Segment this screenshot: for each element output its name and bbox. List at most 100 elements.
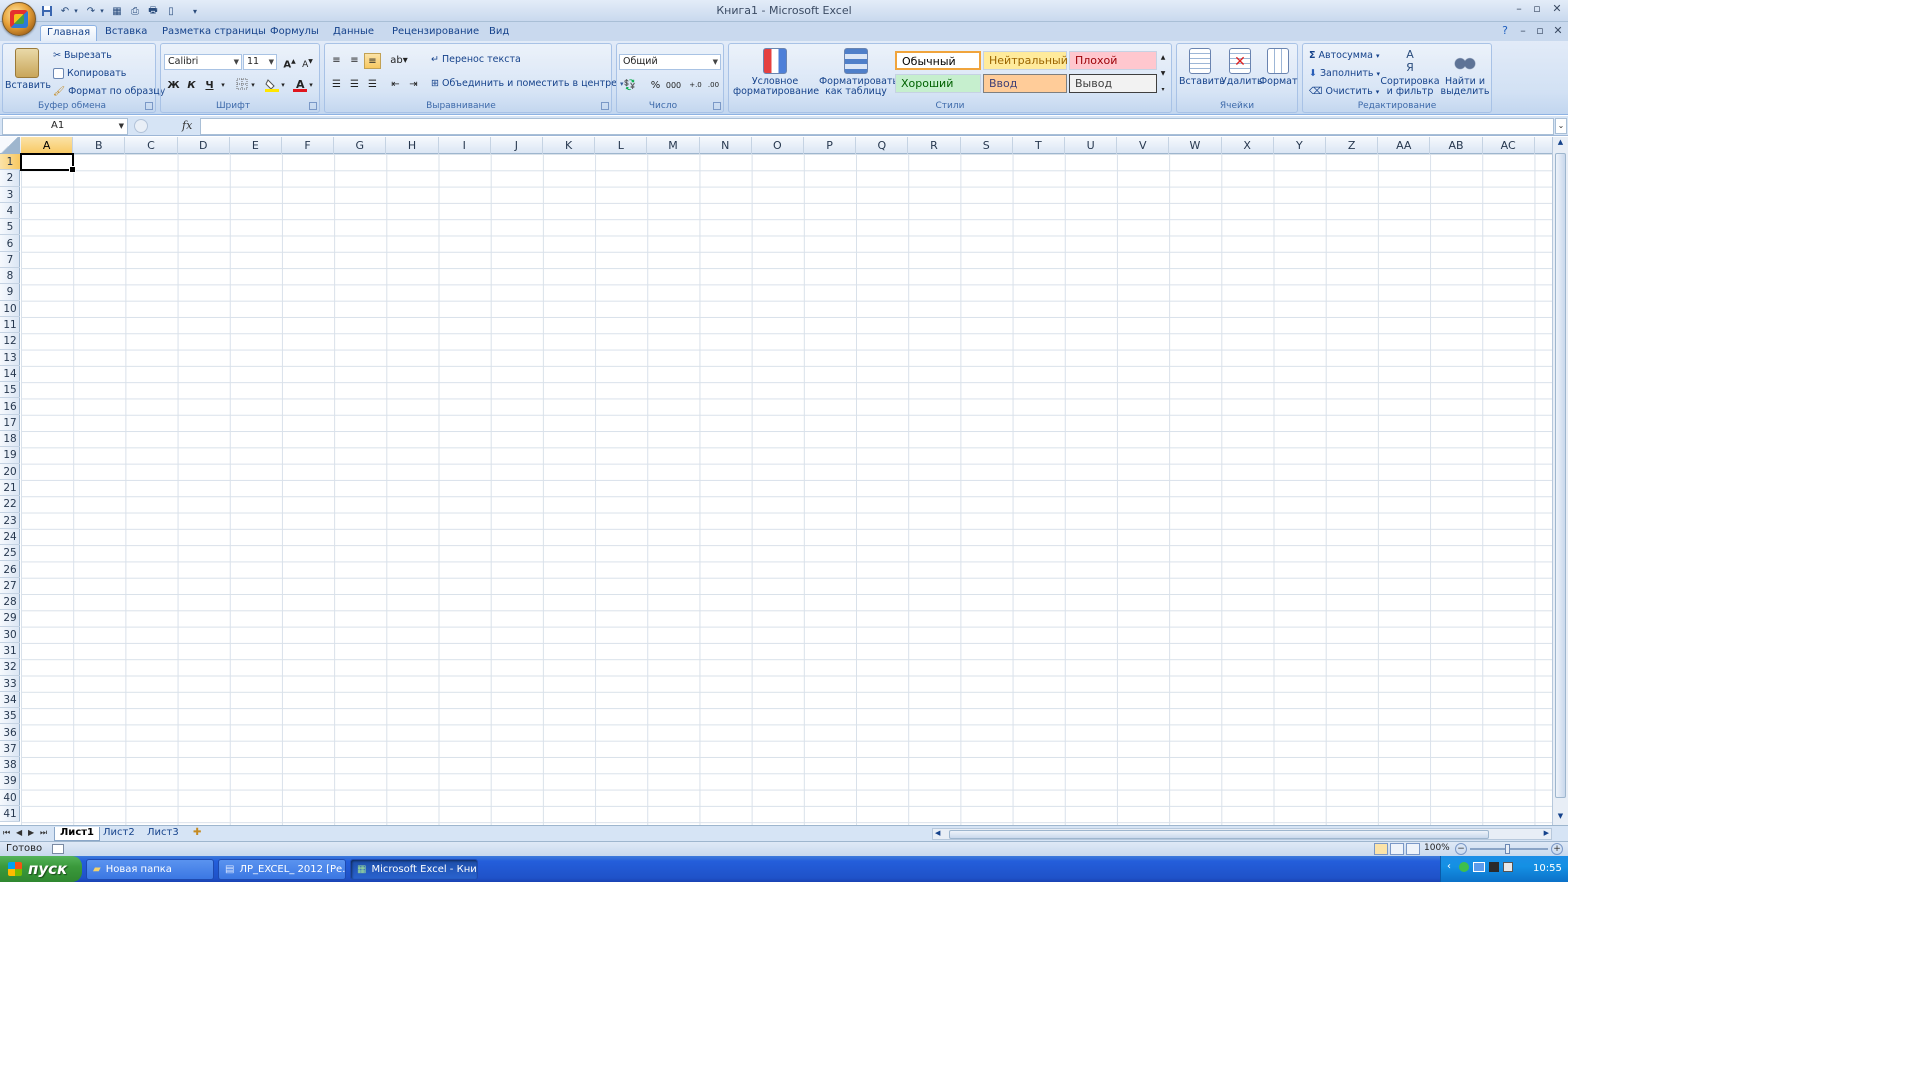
tab-home[interactable]: Главная (40, 25, 98, 41)
format-cells-button[interactable]: Формат (1259, 48, 1298, 87)
column-header[interactable]: M (647, 137, 700, 154)
paste-button[interactable]: Вставить (5, 48, 51, 91)
column-header[interactable]: D (178, 137, 230, 154)
expand-formula-bar-icon[interactable]: ⌄ (1555, 118, 1567, 134)
insert-function-icon[interactable]: fx (182, 119, 192, 132)
sheet-tab-2[interactable]: Лист2 (98, 827, 140, 841)
column-header[interactable]: AB (1430, 137, 1483, 154)
scroll-up-icon[interactable]: ▲ (1555, 138, 1566, 150)
column-header[interactable]: K (543, 137, 596, 154)
name-box[interactable]: A1 ▼ (2, 118, 128, 135)
row-header[interactable]: 37 (0, 741, 20, 758)
row-header[interactable]: 11 (0, 317, 20, 334)
row-header[interactable]: 24 (0, 529, 20, 546)
row-header[interactable]: 17 (0, 415, 20, 432)
row-header[interactable]: 12 (0, 333, 20, 350)
styles-more-icon[interactable]: ▾ (1157, 82, 1169, 98)
insert-sheet-icon[interactable]: ✚ (188, 827, 206, 841)
page-layout-view-icon[interactable] (1390, 843, 1404, 855)
underline-dropdown-icon[interactable]: ▾ (219, 78, 227, 94)
shrink-font-icon[interactable]: A▼ (299, 54, 316, 70)
office-button[interactable] (2, 2, 36, 36)
column-header[interactable]: T (1013, 137, 1065, 154)
tray-app-icon[interactable] (1489, 862, 1499, 872)
next-sheet-icon[interactable]: ▶ (28, 828, 34, 837)
column-header[interactable]: G (334, 137, 387, 154)
zoom-slider-thumb[interactable] (1505, 844, 1510, 854)
network-icon[interactable] (1459, 862, 1469, 872)
style-neutral[interactable]: Нейтральный (983, 51, 1068, 70)
minimize-icon[interactable]: – (1510, 3, 1528, 17)
column-header[interactable]: Z (1326, 137, 1379, 154)
align-right-icon[interactable]: ☰ (364, 77, 381, 93)
fill-color-icon[interactable] (263, 78, 280, 94)
number-format-combo[interactable]: Общий ▼ (619, 54, 721, 70)
last-sheet-icon[interactable]: ⏭ (40, 828, 47, 838)
tab-formulas[interactable]: Формулы (264, 25, 325, 41)
zoom-in-icon[interactable]: + (1551, 843, 1563, 855)
row-header[interactable]: 25 (0, 545, 20, 562)
row-header[interactable]: 13 (0, 350, 20, 366)
macro-record-icon[interactable] (52, 844, 64, 854)
column-header[interactable]: U (1065, 137, 1118, 154)
tab-insert[interactable]: Вставка (99, 25, 153, 41)
close-icon[interactable]: ✕ (1548, 3, 1566, 17)
sort-filter-button[interactable]: AЯ Сортировка и фильтр (1379, 48, 1441, 97)
security-icon[interactable] (1473, 862, 1485, 872)
row-header[interactable]: 14 (0, 366, 20, 383)
column-header[interactable]: J (491, 137, 543, 154)
styles-scroll-up-icon[interactable]: ▲ (1157, 50, 1169, 66)
decrease-decimal-icon[interactable]: .00 (705, 78, 722, 94)
column-header[interactable]: A (21, 137, 74, 154)
merge-center-button[interactable]: ⊞Объединить и поместить в центре▾ (431, 78, 624, 89)
align-bottom-icon[interactable]: ≡ (364, 53, 381, 69)
styles-scroll-down-icon[interactable]: ▼ (1157, 66, 1169, 82)
column-header[interactable]: O (752, 137, 804, 154)
row-header[interactable]: 10 (0, 301, 20, 317)
clock[interactable]: 10:55 (1533, 863, 1562, 874)
autosum-button[interactable]: Σ Автосумма ▾ (1309, 50, 1379, 61)
row-header[interactable]: 30 (0, 627, 20, 643)
scroll-down-icon[interactable]: ▼ (1555, 812, 1566, 824)
format-painter-button[interactable]: 🖌 Формат по образцу (53, 86, 165, 97)
column-header[interactable]: E (230, 137, 282, 154)
column-header[interactable]: L (595, 137, 648, 154)
column-header[interactable]: H (386, 137, 439, 154)
borders-dropdown-icon[interactable]: ▾ (249, 78, 257, 94)
row-header[interactable]: 38 (0, 757, 20, 774)
taskbar-button-excel[interactable]: ▦ Microsoft Excel - Кни... (350, 859, 478, 880)
help-icon[interactable]: ? (1496, 25, 1514, 39)
font-size-combo[interactable]: 11 ▼ (243, 54, 277, 70)
column-header[interactable]: Q (856, 137, 909, 154)
select-all-button[interactable] (0, 137, 20, 154)
column-header[interactable]: V (1117, 137, 1170, 154)
row-header[interactable]: 22 (0, 496, 20, 513)
font-color-dropdown-icon[interactable]: ▾ (307, 78, 315, 94)
row-header[interactable]: 36 (0, 725, 20, 741)
normal-view-icon[interactable] (1374, 843, 1388, 855)
column-header[interactable]: N (700, 137, 752, 154)
fill-button[interactable]: ⬇ Заполнить ▾ (1309, 68, 1380, 79)
italic-button[interactable]: К (183, 78, 200, 94)
format-as-table-button[interactable]: Форматировать как таблицу (819, 48, 898, 97)
style-good[interactable]: Хороший (895, 74, 981, 93)
increase-decimal-icon[interactable]: +.0 (687, 78, 704, 94)
row-header[interactable]: 9 (0, 284, 20, 301)
row-header[interactable]: 34 (0, 692, 20, 709)
row-header[interactable]: 5 (0, 219, 20, 236)
row-header[interactable]: 27 (0, 578, 20, 595)
underline-button[interactable]: Ч (201, 78, 218, 94)
row-header[interactable]: 31 (0, 643, 20, 660)
doc-minimize-icon[interactable]: – (1514, 25, 1532, 39)
tab-page-layout[interactable]: Разметка страницы (156, 25, 272, 41)
tab-review[interactable]: Рецензирование (386, 25, 485, 41)
taskbar-button-folder[interactable]: ▰ Новая папка (86, 859, 214, 880)
insert-cells-button[interactable]: Вставить (1179, 48, 1225, 87)
column-header[interactable]: W (1169, 137, 1222, 154)
scroll-right-icon[interactable]: ▶ (1544, 829, 1549, 837)
formula-input[interactable] (200, 118, 1554, 135)
column-header[interactable]: R (908, 137, 961, 154)
align-left-icon[interactable]: ☰ (328, 77, 345, 93)
horizontal-scroll-thumb[interactable] (949, 830, 1489, 839)
column-header[interactable]: S (961, 137, 1013, 154)
